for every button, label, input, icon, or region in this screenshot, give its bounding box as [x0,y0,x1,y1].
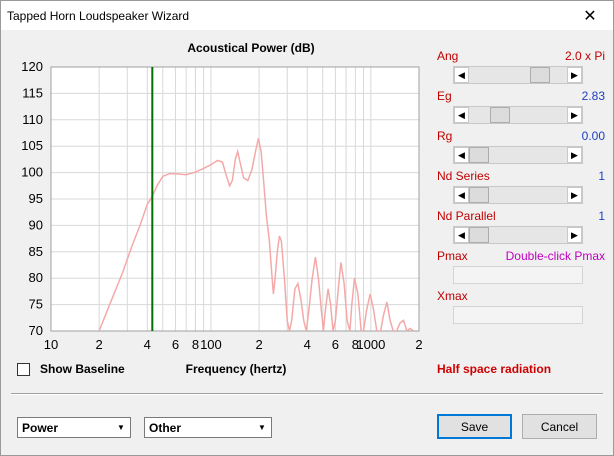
chevron-down-icon: ▼ [258,423,266,432]
y-tick-label: 110 [22,112,43,127]
param-scrollbar[interactable]: ◀ ▶ [453,186,583,204]
chevron-down-icon: ▼ [117,423,125,432]
checkbox-box[interactable] [17,362,30,376]
cancel-button[interactable]: Cancel [522,414,597,439]
param-header: Ang 2.0 x Pi [437,49,605,63]
window-title: Tapped Horn Loudspeaker Wizard [7,8,190,23]
y-tick-label: 120 [21,59,43,74]
mode-dropdown[interactable]: Power ▼ [17,417,131,438]
scroll-thumb[interactable] [490,107,511,123]
scroll-right-icon[interactable]: ▶ [567,107,582,123]
param-scrollbar[interactable]: ◀ ▶ [453,66,583,84]
x-tick-label: 4 [304,337,311,352]
x-tick-label: 6 [172,337,179,352]
x-tick-label: 1000 [356,337,385,352]
param-name: Ang [437,49,459,63]
y-tick-label: 85 [29,244,43,259]
scroll-thumb[interactable] [469,147,489,163]
x-tick-label: 4 [144,337,151,352]
y-tick-label: 95 [29,191,43,206]
save-button-label: Save [460,419,489,434]
scroll-left-icon[interactable]: ◀ [454,187,469,203]
scroll-thumb[interactable] [469,227,489,243]
show-baseline-label: Show Baseline [40,362,125,376]
x-tick-label: 8 [192,337,199,352]
param-header: Rg 0.00 [437,129,605,143]
x-tick-label: 6 [332,337,339,352]
y-tick-label: 70 [29,323,43,338]
show-baseline-checkbox[interactable]: Show Baseline [17,362,125,376]
param-scrollbar[interactable]: ◀ ▶ [453,106,583,124]
save-button[interactable]: Save [437,414,512,439]
scroll-right-icon[interactable]: ▶ [567,67,582,83]
param-name: Nd Series [437,169,490,183]
scroll-thumb[interactable] [469,187,489,203]
mode-dropdown-value: Power [22,420,59,435]
param-name: Rg [437,129,453,143]
param-value: Double-click Pmax [505,249,605,263]
chart-title: Acoustical Power (dB) [187,41,315,55]
scroll-left-icon[interactable]: ◀ [454,107,469,123]
param-name: Nd Parallel [437,209,496,223]
param-scrollbar[interactable]: ◀ ▶ [453,146,583,164]
x-axis-label: Frequency (hertz) [185,362,287,376]
param-header: Nd Parallel 1 [437,209,605,223]
y-tick-label: 90 [29,217,43,232]
param-value: 1 [598,209,605,223]
param-name: Eg [437,89,452,103]
cancel-button-label: Cancel [540,419,579,434]
scroll-left-icon[interactable]: ◀ [454,147,469,163]
param-value: 2.0 x Pi [564,49,605,63]
category-dropdown[interactable]: Other ▼ [144,417,272,438]
param-header: Xmax [437,289,605,303]
param-name: Xmax [437,289,468,303]
x-tick-label: 100 [200,337,222,352]
x-tick-label: 2 [255,337,262,352]
param-value: 0.00 [581,129,605,143]
x-tick-label: 10 [44,337,58,352]
y-tick-label: 100 [21,165,43,180]
scroll-right-icon[interactable]: ▶ [567,187,582,203]
scroll-right-icon[interactable]: ▶ [567,147,582,163]
power-chart: 70758085909510010511011512010 2 4 6 8 100 2 4 6 8… [21,59,422,352]
param-value: 2.83 [581,89,605,103]
y-tick-label: 75 [29,297,43,312]
param-scrollbar [453,266,583,284]
param-value: 1 [598,169,605,183]
category-dropdown-value: Other [149,420,182,435]
separator [11,393,603,395]
param-scrollbar [453,306,583,324]
param-header: Eg 2.83 [437,89,605,103]
param-header: Pmax Double-click Pmax [437,249,605,263]
scroll-thumb[interactable] [529,67,550,83]
x-tick-label: 2 [415,337,422,352]
radiation-note: Half space radiation [437,362,552,376]
param-scrollbar[interactable]: ◀ ▶ [453,226,583,244]
wizard-window: Tapped Horn Loudspeaker Wizard ✕ Acousti… [0,0,614,456]
param-header: Nd Series 1 [437,169,605,183]
scroll-right-icon[interactable]: ▶ [567,227,582,243]
y-tick-label: 115 [22,85,43,100]
y-tick-label: 105 [21,138,43,153]
x-tick-label: 2 [96,337,103,352]
title-bar: Tapped Horn Loudspeaker Wizard ✕ [1,1,613,30]
close-button[interactable]: ✕ [567,1,613,30]
scroll-left-icon[interactable]: ◀ [454,67,469,83]
y-tick-label: 80 [29,270,43,285]
scroll-left-icon[interactable]: ◀ [454,227,469,243]
param-name: Pmax [437,249,468,263]
